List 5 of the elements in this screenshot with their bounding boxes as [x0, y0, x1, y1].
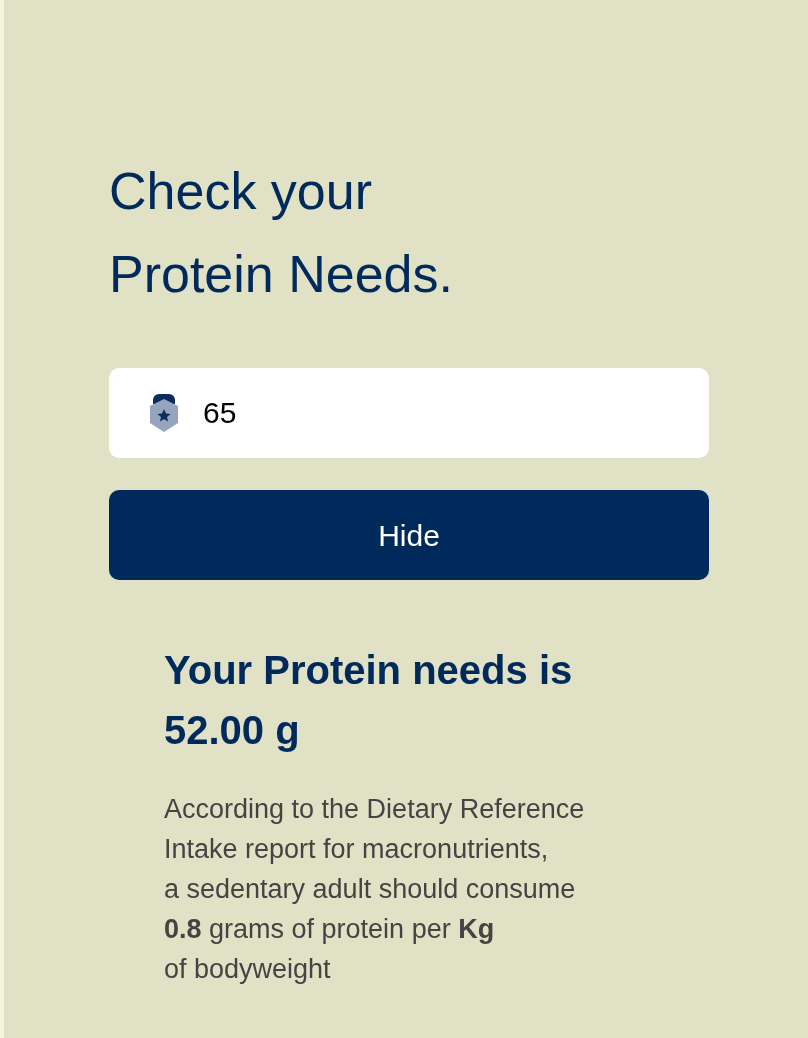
result-heading: Your Protein needs is 52.00 g	[164, 647, 574, 755]
explanation-text: According to the Dietary Reference Intake report for macronutrients, a sedentary adult should consume 0.8 grams of protein per Kg of bodyweight	[164, 793, 586, 987]
page-title: Check your Protein Needs.	[109, 161, 454, 306]
weight-input-field[interactable]: 65	[109, 368, 709, 459]
hide-button[interactable]: Hide	[109, 490, 709, 581]
